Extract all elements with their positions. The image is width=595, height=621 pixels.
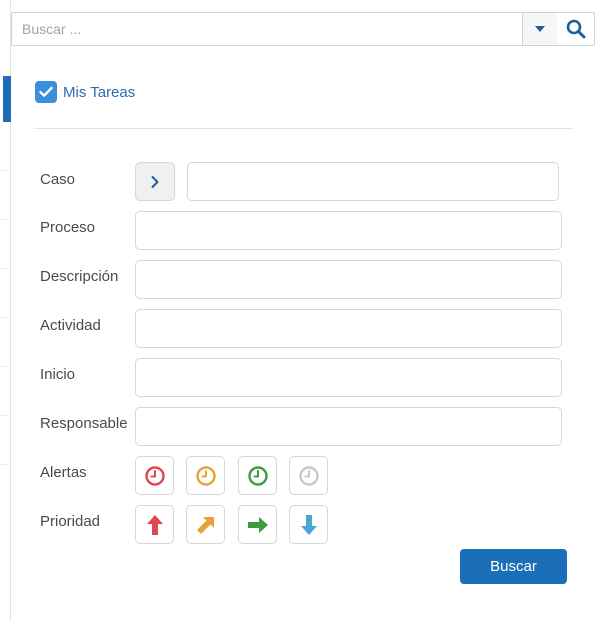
caso-label: Caso [40,171,76,188]
mis-tareas-checkbox[interactable]: Mis Tareas [35,81,135,103]
background-row [0,318,11,367]
priority-low-arrow-down-icon [300,514,317,535]
priority-normal-arrow-right-icon [247,516,268,533]
priority-medium-button[interactable] [186,505,225,544]
alert-overdue-clock-icon [144,465,165,486]
caret-down-icon [535,26,545,32]
alertas-label: Alertas [40,464,87,481]
descripcion-input[interactable] [135,260,562,299]
inicio-label: Inicio [40,366,76,383]
alert-warning-button[interactable] [186,456,225,495]
priority-normal-button[interactable] [238,505,277,544]
alert-ontime-button[interactable] [238,456,277,495]
search-dropdown-button[interactable] [522,13,557,45]
alert-none-clock-icon [298,465,319,486]
descripcion-label: Descripción [40,268,119,285]
background-row [0,416,11,465]
background-row [0,269,11,318]
checkbox-checked[interactable] [35,81,57,103]
search-bar [11,12,595,46]
responsable-label: Responsable [40,415,128,432]
caso-expand-button[interactable] [135,162,175,201]
chevron-right-icon [151,175,159,188]
background-row [0,367,11,416]
background-row [0,171,11,220]
proceso-input[interactable] [135,211,562,250]
buscar-button[interactable]: Buscar [460,549,567,584]
priority-high-arrow-up-icon [146,514,163,535]
search-icon [566,19,585,39]
alert-none-button[interactable] [289,456,328,495]
background-row [0,220,11,269]
alert-ontime-clock-icon [247,465,268,486]
inicio-input[interactable] [135,358,562,397]
alert-overdue-button[interactable] [135,456,174,495]
alert-warning-clock-icon [195,465,216,486]
actividad-label: Actividad [40,317,101,334]
proceso-label: Proceso [40,219,96,236]
search-input[interactable] [12,13,522,45]
background-row [0,122,11,171]
priority-low-button[interactable] [289,505,328,544]
check-icon [39,86,53,97]
divider [34,128,573,129]
mis-tareas-label: Mis Tareas [63,83,136,101]
priority-medium-arrow-diagonal-icon [196,516,214,534]
responsable-input[interactable] [135,407,562,446]
priority-high-button[interactable] [135,505,174,544]
background-app-strip [0,0,11,621]
search-button[interactable] [557,13,594,45]
background-active-indicator [3,76,11,122]
prioridad-label: Prioridad [40,513,101,530]
caso-input[interactable] [187,162,559,201]
actividad-input[interactable] [135,309,562,348]
